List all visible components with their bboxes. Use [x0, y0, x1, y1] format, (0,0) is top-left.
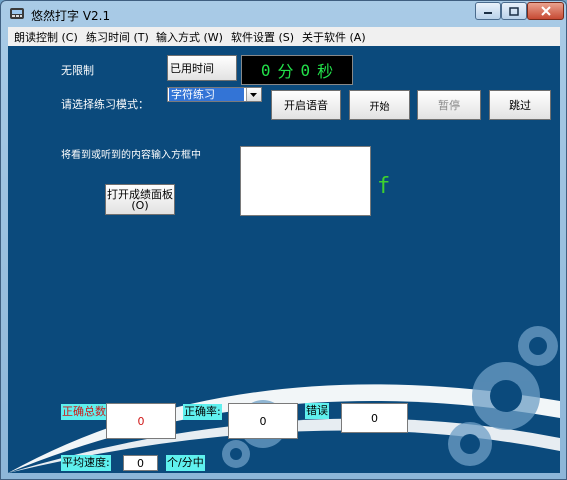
minimize-icon — [484, 12, 492, 14]
maximize-icon — [509, 6, 519, 16]
menu-practice-time[interactable]: 练习时间 (T) — [86, 29, 149, 45]
timer-seconds-unit: 秒 — [317, 62, 334, 81]
menu-about[interactable]: 关于软件 (A) — [302, 29, 366, 45]
typing-input-box[interactable] — [240, 146, 371, 216]
chevron-down-icon[interactable] — [246, 88, 261, 101]
skip-button[interactable]: 跳过 — [489, 90, 551, 120]
time-used-button[interactable]: 已用时间 — [167, 55, 237, 81]
accuracy-label: 正确率: — [183, 404, 222, 420]
timer-display: 0 分 0 秒 — [241, 55, 353, 85]
mode-label: 请选择练习模式： — [61, 98, 149, 111]
window-title: 悠然打字 V2.1 — [31, 9, 111, 23]
menu-input-method[interactable]: 输入方式 (W) — [156, 29, 223, 45]
menu-bar: 朗读控制 (C) 练习时间 (T) 输入方式 (W) 软件设置 (S) 关于软件… — [8, 27, 560, 47]
open-score-panel-label: 打开成绩面板 — [107, 187, 173, 201]
app-icon — [10, 8, 24, 19]
timer-seconds: 0 — [300, 60, 311, 80]
menu-software-settings[interactable]: 软件设置 (S) — [231, 29, 294, 45]
accuracy-value: 0 — [228, 403, 298, 439]
mode-select[interactable]: 字符练习 — [167, 87, 262, 102]
app-window: 悠然打字 V2.1 朗读控制 (C) 练习时间 (T) 输入方式 (W) 软件设… — [0, 0, 567, 480]
title-bar: 悠然打字 V2.1 — [1, 1, 566, 27]
timer-minutes-unit: 分 — [277, 62, 294, 81]
errors-value: 0 — [341, 403, 408, 433]
errors-label: 错误 — [305, 403, 329, 419]
correct-total-value: 0 — [106, 403, 176, 439]
pause-button[interactable]: 暂停 — [417, 90, 481, 120]
correct-total-label: 正确总数 — [61, 404, 107, 420]
open-score-panel-shortcut: (O) — [131, 198, 149, 212]
no-limit-label: 无限制 — [61, 64, 94, 77]
open-score-panel-button[interactable]: 打开成绩面板 (O) — [105, 184, 175, 215]
mode-select-value: 字符练习 — [169, 88, 244, 101]
maximize-button[interactable] — [501, 2, 527, 20]
target-character: f — [377, 174, 391, 199]
minimize-button[interactable] — [475, 2, 501, 20]
speed-label: 平均速度: — [61, 455, 111, 471]
menu-read-control[interactable]: 朗读控制 (C) — [14, 29, 78, 45]
speed-unit: 个/分中 — [166, 455, 205, 471]
input-prompt: 将看到或听到的内容输入方框中 — [61, 150, 201, 161]
speed-value: 0 — [123, 455, 158, 471]
main-panel: 无限制 已用时间 0 分 0 秒 请选择练习模式： 字符练习 开启语音 开始 暂… — [8, 46, 560, 473]
close-button[interactable] — [527, 2, 564, 20]
enable-voice-button[interactable]: 开启语音 — [271, 90, 341, 120]
close-icon — [540, 6, 551, 16]
timer-minutes: 0 — [260, 60, 271, 80]
start-button[interactable]: 开始 — [349, 90, 410, 120]
